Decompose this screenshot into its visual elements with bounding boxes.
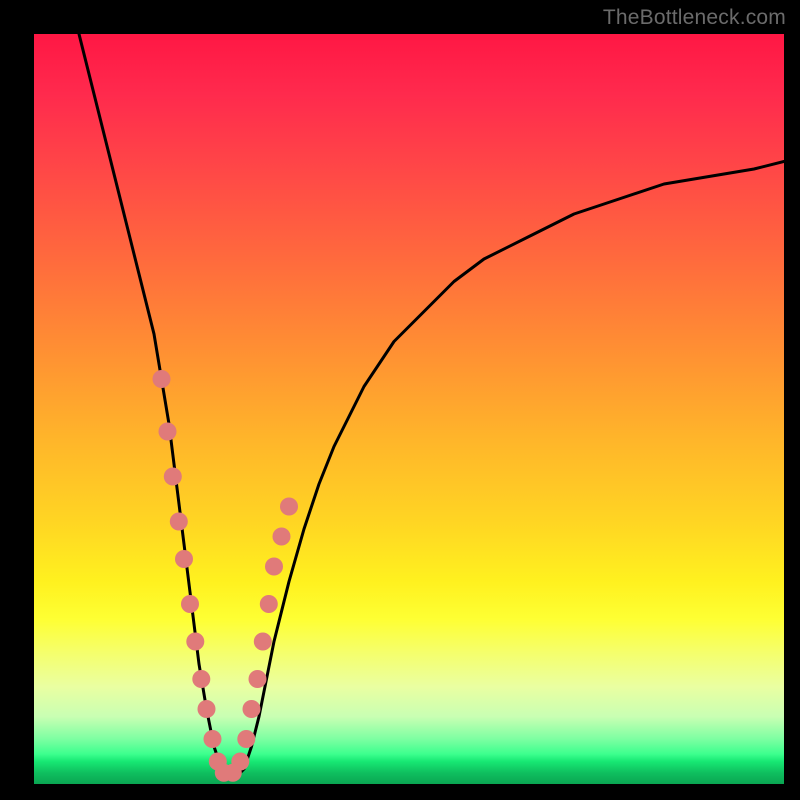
highlight-dot (260, 595, 278, 613)
highlight-dot (198, 700, 216, 718)
highlight-dot (153, 370, 171, 388)
curve-svg (34, 34, 784, 784)
highlight-dot (254, 633, 272, 651)
highlight-dot (164, 468, 182, 486)
highlight-dot (159, 423, 177, 441)
chart-frame: TheBottleneck.com (0, 0, 800, 800)
highlight-dot (237, 730, 255, 748)
highlight-dot (175, 550, 193, 568)
highlight-dot (243, 700, 261, 718)
highlight-dot (280, 498, 298, 516)
highlight-dot (231, 753, 249, 771)
highlight-dot (192, 670, 210, 688)
highlight-dot (265, 558, 283, 576)
highlight-dots (153, 370, 299, 782)
highlight-dot (181, 595, 199, 613)
bottleneck-curve-path (79, 34, 784, 777)
watermark-text: TheBottleneck.com (603, 6, 786, 30)
highlight-dot (170, 513, 188, 531)
highlight-dot (186, 633, 204, 651)
highlight-dot (249, 670, 267, 688)
highlight-dot (273, 528, 291, 546)
plot-area (34, 34, 784, 784)
highlight-dot (204, 730, 222, 748)
